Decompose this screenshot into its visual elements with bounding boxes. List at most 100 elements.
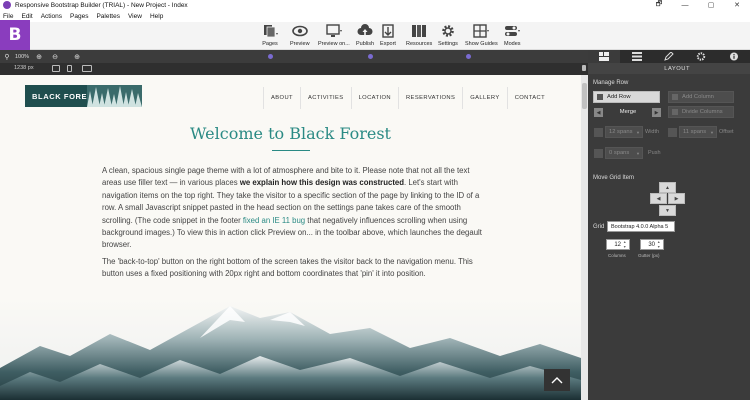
chevron-up-icon [551,377,563,384]
menu-pages[interactable]: Pages [70,13,88,20]
settings-button[interactable]: Settings [438,24,458,47]
move-grid-item-label: Move Grid Item [593,175,635,181]
monitor-icon [326,24,342,38]
show-guides-button[interactable]: Show Guides [465,24,498,47]
width-label: Width [645,129,660,135]
manage-row-label: Manage Row [593,80,629,86]
tab-style[interactable] [653,50,685,63]
phone-icon[interactable] [67,65,72,72]
restore-button[interactable]: 🗗 [646,0,672,10]
menu-actions[interactable]: Actions [41,13,62,20]
move-right-button[interactable]: ▶ [668,193,685,204]
nav-reservations[interactable]: RESERVATIONS [397,87,462,109]
app-logo: B [0,20,30,50]
breakpoint-marker[interactable] [268,54,273,59]
menu-edit[interactable]: Edit [21,13,32,20]
menu-file[interactable]: File [3,13,13,20]
merge-left-icon[interactable]: ◀ [594,108,603,117]
divide-columns-button[interactable]: Divide Columns [668,106,734,118]
pen-icon [664,52,674,61]
move-up-button[interactable]: ▲ [659,182,676,193]
menu-view[interactable]: View [128,13,142,20]
maximize-button[interactable]: ▢ [698,0,724,10]
nav-gallery[interactable]: GALLERY [462,87,506,109]
desktop-icon[interactable] [82,65,92,72]
canvas-handle-icon[interactable] [582,65,586,71]
nav-about[interactable]: ABOUT [263,87,300,109]
tab-settings[interactable] [685,50,717,63]
add-column-button[interactable]: Add Column [668,91,734,103]
tablet-icon[interactable] [52,65,60,72]
menu-bar: File Edit Actions Pages Palettes View He… [0,10,750,22]
info-icon [729,52,738,61]
pages-icon [262,24,278,38]
zoom-out-icon[interactable]: ⊖ [51,53,59,61]
gutter-stepper[interactable]: 30 ▲ ▼ [640,239,664,250]
push-icon [594,149,603,158]
zoom-search-icon[interactable]: ⚲ [3,53,11,61]
panel-section-header: LAYOUT [588,63,750,74]
nav-contact[interactable]: CONTACT [506,87,552,109]
list-icon [631,52,642,61]
close-button[interactable]: ✕ [724,0,750,10]
offset-label: Offset [719,129,734,135]
merge-right-icon[interactable]: ▶ [652,108,661,117]
grid-label: Grid [593,224,605,230]
publish-button[interactable]: Publish [356,24,374,47]
add-column-icon [672,94,678,100]
move-down-button[interactable]: ▼ [659,205,676,216]
add-row-icon [597,94,603,100]
add-row-button[interactable]: Add Row [593,91,660,103]
back-to-top-paragraph: The 'back-to-top' button on the right bo… [102,257,473,279]
cloud-upload-icon [357,24,373,38]
canvas-scrollbar[interactable] [581,75,588,400]
page-canvas[interactable]: BLACK FOREST ABOUT ACTIVITIES LOCATION R… [0,75,581,400]
merge-button[interactable]: Merge [605,106,651,118]
offset-select[interactable]: 11 spans ▼ [679,126,717,138]
stepper-arrows-icon[interactable]: ▲ ▼ [657,240,662,249]
grid-version-select[interactable]: Bootstrap 4.0.0 Alpha 5 [607,221,675,232]
window-controls: 🗗 — ▢ ✕ [646,0,750,10]
properties-panel: LAYOUT Manage Row Add Row Add Column ◀ M… [588,50,750,400]
minimize-button[interactable]: — [672,0,698,10]
push-label: Push [648,150,661,156]
zoom-in-icon[interactable]: ⊕ [35,53,43,61]
menu-palettes[interactable]: Palettes [96,13,120,20]
move-left-button[interactable]: ◀ [650,193,667,204]
eye-icon [291,24,308,38]
grid-icon [473,24,490,38]
gear-icon [440,24,456,38]
add-breakpoint-icon[interactable]: ⊕ [73,53,81,61]
tab-list[interactable] [620,50,652,63]
nav-location[interactable]: LOCATION [350,87,398,109]
width-select[interactable]: 12 spans ▼ [605,126,643,138]
chevron-down-icon: ▼ [710,129,714,135]
back-to-top-button[interactable] [544,369,570,391]
push-select[interactable]: 0 spans ▼ [605,147,643,159]
tab-layout[interactable] [588,50,621,63]
pages-button[interactable]: Pages [262,24,278,47]
tab-info[interactable] [718,50,750,63]
panel-tabs [588,50,750,63]
modes-button[interactable]: Modes [504,24,521,47]
offset-icon [668,128,677,137]
preview-button[interactable]: Preview [290,24,310,47]
intro-paragraph: A clean, spacious single page theme with… [102,166,482,250]
books-icon [411,24,427,38]
columns-label: Columns [608,253,626,258]
columns-stepper[interactable]: 12 ▲ ▼ [606,239,630,250]
width-icon [594,128,603,137]
nav-activities[interactable]: ACTIVITIES [299,87,351,109]
breakpoint-marker[interactable] [466,54,471,59]
resources-button[interactable]: Resources [406,24,432,47]
menu-help[interactable]: Help [150,13,163,20]
stepper-arrows-icon[interactable]: ▲ ▼ [623,240,628,249]
main-toolbar: B Pages Preview Preview on... Publish Ex… [0,20,750,50]
site-logo[interactable]: BLACK FOREST [25,85,142,107]
scrollbar-thumb[interactable] [582,83,587,109]
export-button[interactable]: Export [380,24,396,47]
ie11-bug-link[interactable]: fixed an IE 11 bug [243,216,305,225]
breakpoint-marker[interactable] [368,54,373,59]
gutter-label: Gutter (px) [638,253,660,258]
preview-on-button[interactable]: Preview on... [318,24,350,47]
